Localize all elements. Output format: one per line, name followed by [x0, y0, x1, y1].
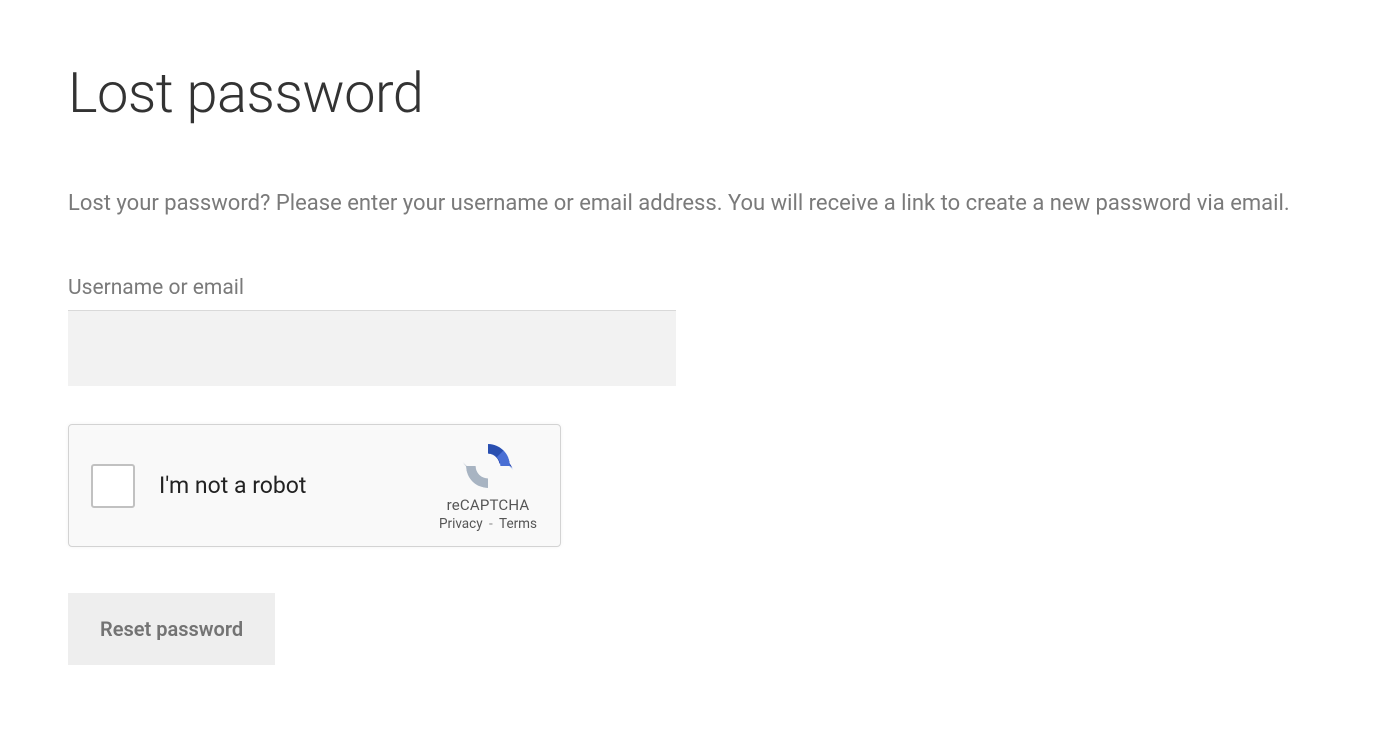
username-input[interactable] [68, 310, 676, 386]
separator: - [486, 516, 496, 532]
recaptcha-links: Privacy - Terms [439, 516, 537, 532]
reset-password-button[interactable]: Reset password [68, 593, 275, 665]
instruction-text: Lost your password? Please enter your us… [68, 186, 1332, 221]
recaptcha-label: I'm not a robot [159, 472, 434, 499]
recaptcha-branding: reCAPTCHA Privacy - Terms [434, 440, 542, 532]
username-label: Username or email [68, 276, 1332, 300]
recaptcha-widget: I'm not a robot [68, 424, 561, 547]
recaptcha-checkbox[interactable] [91, 464, 135, 508]
recaptcha-privacy-link[interactable]: Privacy [439, 516, 483, 532]
recaptcha-brand-text: reCAPTCHA [447, 496, 530, 514]
lost-password-form: Username or email I'm not a robot [68, 276, 1332, 665]
recaptcha-terms-link[interactable]: Terms [499, 516, 537, 532]
page-title: Lost password [68, 60, 1332, 126]
recaptcha-icon [462, 440, 514, 492]
